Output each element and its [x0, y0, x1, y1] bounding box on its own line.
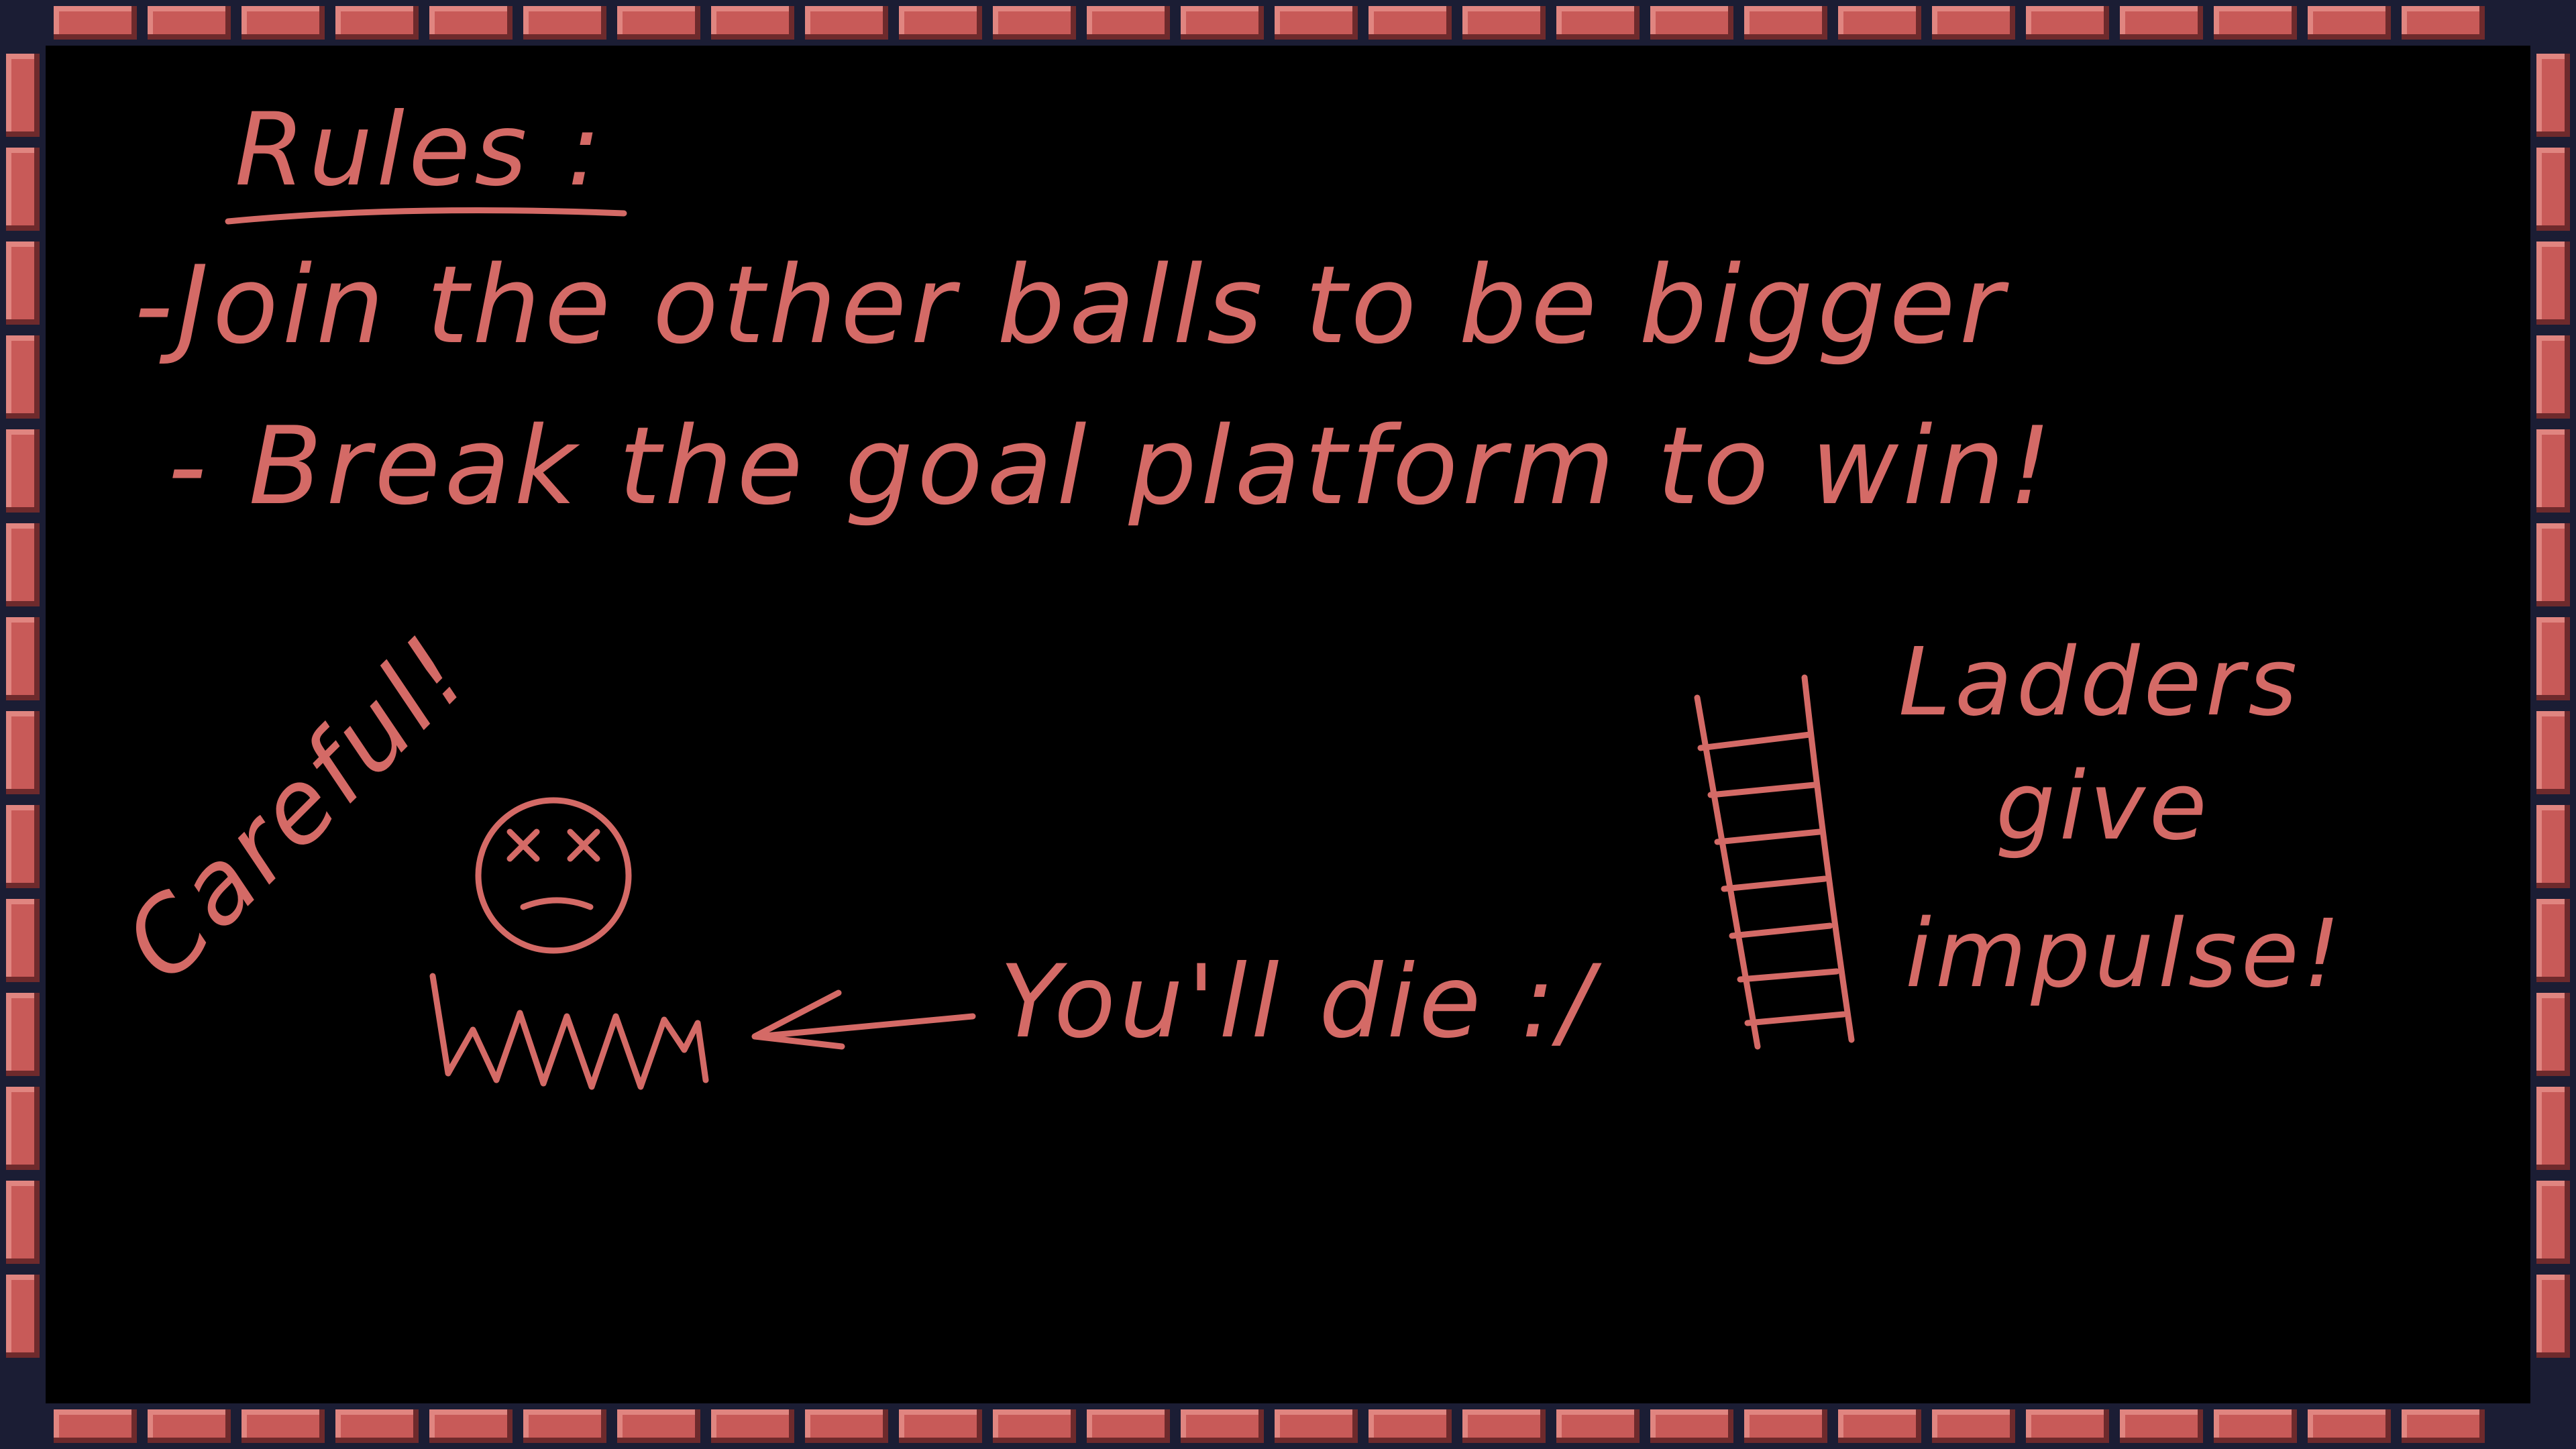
- death-note: You'll die :/: [1000, 944, 1603, 1061]
- ladder-note-line-3: impulse!: [1905, 900, 2345, 1009]
- heading-underline: [225, 207, 627, 225]
- ladder-note-line-2: give: [1996, 752, 2211, 861]
- ladder-note-line-1: Ladders: [1898, 628, 2301, 737]
- rule-join-balls: -Join the other balls to be bigger: [134, 242, 2010, 368]
- rule-break-platform: - Break the goal platform to win!: [168, 403, 2055, 529]
- arrow-left-icon: [751, 989, 976, 1050]
- spikes-icon: [429, 973, 709, 1090]
- dead-face-icon: [475, 797, 632, 954]
- ladder-icon: [1694, 674, 1855, 1050]
- rules-heading: Rules :: [235, 92, 605, 209]
- game-scene: Rules : -Join the other balls to be bigg…: [0, 0, 2576, 1449]
- chalkboard: Rules : -Join the other balls to be bigg…: [102, 92, 2345, 1090]
- careful-warning: Careful!: [102, 613, 492, 1003]
